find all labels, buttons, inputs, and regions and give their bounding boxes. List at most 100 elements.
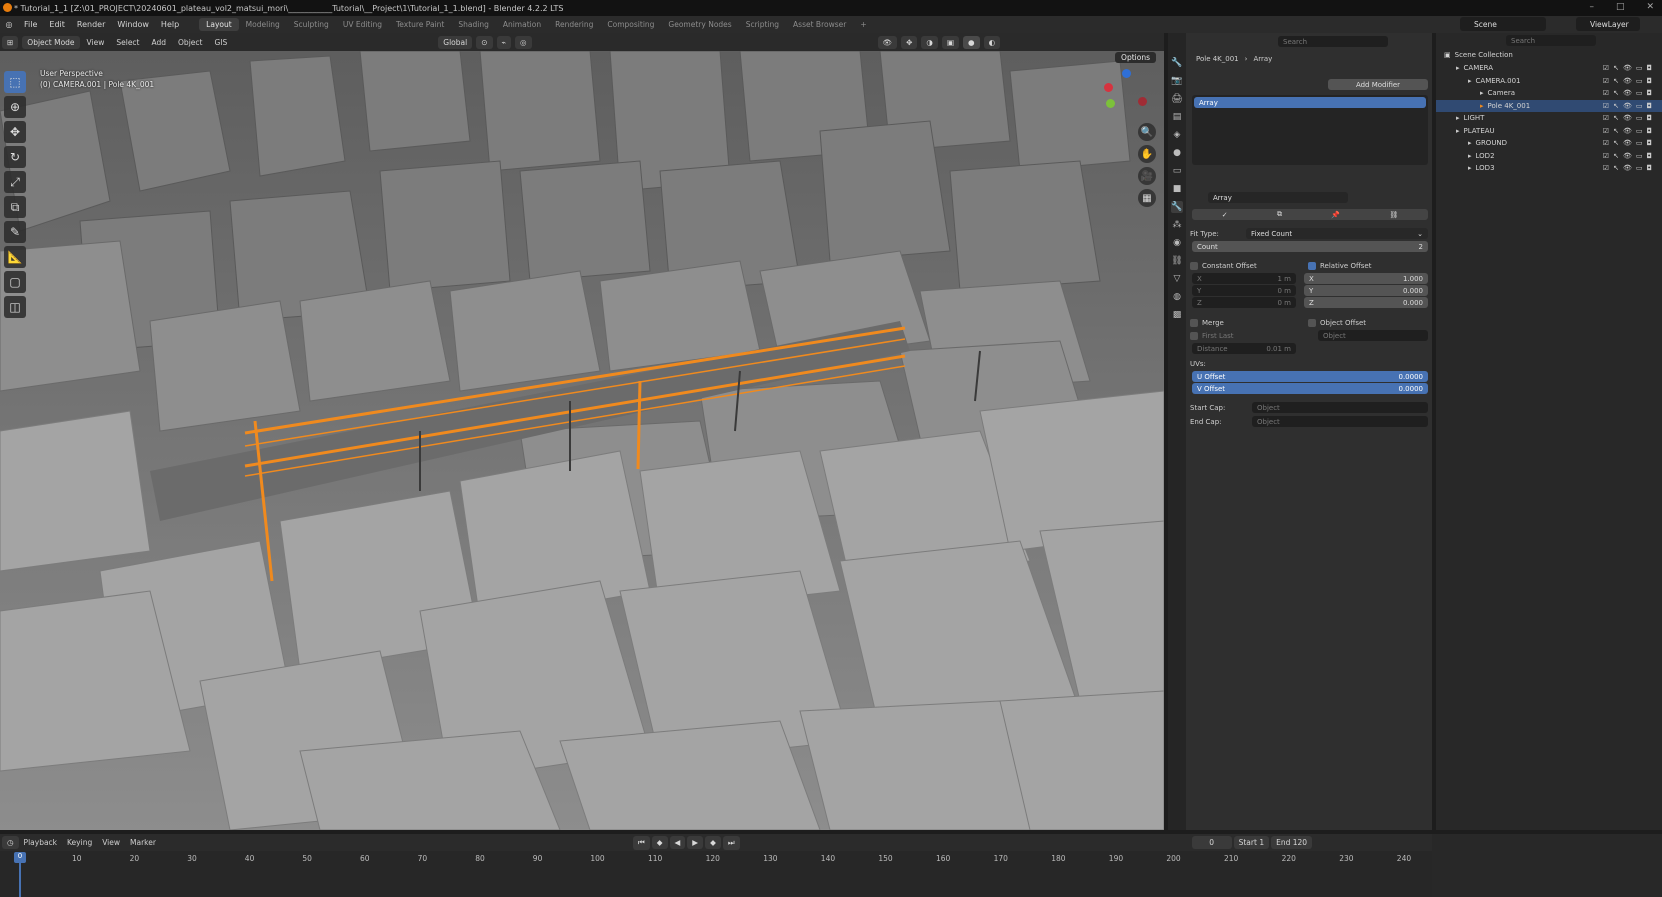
- object-tab-icon[interactable]: ■: [1171, 183, 1183, 195]
- shading-solid-icon[interactable]: ●: [963, 35, 980, 49]
- tab-rendering[interactable]: Rendering: [548, 18, 600, 31]
- scene-selector[interactable]: Scene: [1460, 17, 1546, 31]
- pivot-icon[interactable]: ⊙: [476, 35, 493, 49]
- menu-add[interactable]: Add: [147, 38, 172, 47]
- outliner-row[interactable]: ▸ LOD3 ☑ ↖ 👁 ▭ ◘: [1436, 162, 1662, 174]
- pin-icon[interactable]: 📌: [1331, 211, 1340, 219]
- playhead[interactable]: 0: [14, 852, 26, 863]
- eye-icon[interactable]: 👁: [1623, 152, 1632, 160]
- checkbox-icon[interactable]: ☑: [1603, 102, 1609, 110]
- menu-timeline-view[interactable]: View: [97, 838, 125, 847]
- tab-sculpting[interactable]: Sculpting: [287, 18, 336, 31]
- constraints-tab-icon[interactable]: ⛓: [1171, 255, 1183, 267]
- pan-hand-icon[interactable]: ✋: [1138, 145, 1156, 163]
- checkbox-icon[interactable]: ☑: [1603, 164, 1609, 172]
- outliner-row[interactable]: ▸ CAMERA ☑ ↖ 👁 ▭ ◘: [1436, 62, 1662, 74]
- merge-checkbox[interactable]: Merge: [1190, 317, 1224, 329]
- select-arrow-icon[interactable]: ↖: [1613, 164, 1619, 172]
- scene-tab-icon[interactable]: ◈: [1171, 129, 1183, 141]
- menu-render[interactable]: Render: [71, 20, 111, 29]
- axis-y-icon[interactable]: [1106, 99, 1115, 108]
- checkbox-icon[interactable]: ☑: [1603, 127, 1609, 135]
- outliner-row[interactable]: ▸ GROUND ☑ ↖ 👁 ▭ ◘: [1436, 137, 1662, 149]
- select-arrow-icon[interactable]: ↖: [1613, 139, 1619, 147]
- checkbox-icon[interactable]: ☑: [1603, 114, 1609, 122]
- outliner-row[interactable]: ▸ LOD2 ☑ ↖ 👁 ▭ ◘: [1436, 150, 1662, 162]
- scale-icon[interactable]: ⤢: [4, 171, 26, 193]
- camera-icon[interactable]: ◘: [1646, 152, 1652, 160]
- menu-keying[interactable]: Keying: [62, 838, 97, 847]
- constant-offset-checkbox[interactable]: Constant Offset: [1190, 260, 1257, 272]
- menu-gis[interactable]: GIS: [209, 38, 232, 47]
- timeline-editor-icon[interactable]: ◷: [2, 836, 19, 849]
- menu-edit[interactable]: Edit: [43, 20, 71, 29]
- xray-icon[interactable]: ▣: [941, 35, 960, 49]
- duplicate-icon[interactable]: ⧉: [1277, 210, 1282, 219]
- output-tab-icon[interactable]: 🖨: [1171, 93, 1183, 105]
- zoom-icon[interactable]: 🔍: [1138, 123, 1156, 141]
- next-keyframe-icon[interactable]: ◆: [705, 836, 721, 849]
- minimize-button[interactable]: –: [1589, 2, 1594, 12]
- texture-tab-icon[interactable]: ▩: [1171, 309, 1183, 321]
- annotate-icon[interactable]: ✎: [4, 221, 26, 243]
- menu-window[interactable]: Window: [111, 20, 155, 29]
- end-frame-field[interactable]: End 120: [1271, 836, 1313, 849]
- start-cap-field[interactable]: Object: [1252, 402, 1428, 413]
- checkbox-icon[interactable]: ☑: [1603, 139, 1609, 147]
- outliner-row[interactable]: ▸ LIGHT ☑ ↖ 👁 ▭ ◘: [1436, 112, 1662, 124]
- menu-select[interactable]: Select: [111, 38, 144, 47]
- editor-type-button[interactable]: ⊞: [2, 35, 19, 49]
- view-layer-tab-icon[interactable]: ▤: [1171, 111, 1183, 123]
- tab-animation[interactable]: Animation: [496, 18, 548, 31]
- outliner-row[interactable]: ▸ CAMERA.001 ☑ ↖ 👁 ▭ ◘: [1436, 75, 1662, 87]
- render-tab-icon[interactable]: 📷: [1171, 75, 1183, 87]
- camera-icon[interactable]: ◘: [1646, 77, 1652, 85]
- mode-dropdown[interactable]: Object Mode: [22, 35, 80, 49]
- axis-z-icon[interactable]: [1122, 69, 1131, 78]
- view-layer-selector[interactable]: ViewLayer: [1576, 17, 1640, 31]
- shading-material-icon[interactable]: ◐: [983, 35, 1001, 49]
- constant-z-field[interactable]: Z 0 m: [1192, 297, 1296, 308]
- eye-icon[interactable]: 👁: [1623, 114, 1632, 122]
- select-arrow-icon[interactable]: ↖: [1613, 152, 1619, 160]
- tab-scripting[interactable]: Scripting: [739, 18, 786, 31]
- distance-field[interactable]: Distance 0.01 m: [1192, 343, 1296, 354]
- world-tab-icon[interactable]: ●: [1171, 147, 1183, 159]
- material-tab-icon[interactable]: ◍: [1171, 291, 1183, 303]
- menu-help[interactable]: Help: [155, 20, 185, 29]
- link-icon[interactable]: ⛓: [1389, 211, 1398, 219]
- camera-icon[interactable]: ◘: [1646, 89, 1652, 97]
- add-workspace-button[interactable]: +: [853, 18, 873, 31]
- relative-offset-checkbox[interactable]: Relative Offset: [1308, 260, 1372, 272]
- select-arrow-icon[interactable]: ↖: [1613, 89, 1619, 97]
- gizmo-icon[interactable]: ✥: [901, 35, 918, 49]
- checkbox-icon[interactable]: ☑: [1603, 64, 1609, 72]
- constant-y-field[interactable]: Y 0 m: [1192, 285, 1296, 296]
- relative-x-field[interactable]: X 1.000: [1304, 273, 1428, 284]
- jump-start-icon[interactable]: ⏮: [632, 835, 650, 850]
- camera-icon[interactable]: ◘: [1646, 64, 1652, 72]
- tab-shading[interactable]: Shading: [451, 18, 495, 31]
- physics-tab-icon[interactable]: ◉: [1171, 237, 1183, 249]
- outliner-search-input[interactable]: Search: [1506, 35, 1596, 46]
- 3d-viewport[interactable]: User Perspective (0) CAMERA.001 | Pole 4…: [0, 51, 1164, 830]
- eye-icon[interactable]: 👁: [1623, 102, 1632, 110]
- add-cube-icon[interactable]: ▢: [4, 271, 26, 293]
- monitor-icon[interactable]: ▭: [1636, 164, 1643, 172]
- tab-asset-browser[interactable]: Asset Browser: [786, 18, 853, 31]
- monitor-icon[interactable]: ▭: [1636, 114, 1643, 122]
- select-arrow-icon[interactable]: ↖: [1613, 77, 1619, 85]
- menu-playback[interactable]: Playback: [19, 838, 62, 847]
- menu-marker[interactable]: Marker: [125, 838, 161, 847]
- options-button[interactable]: Options: [1115, 52, 1156, 63]
- start-frame-field[interactable]: Start 1: [1233, 836, 1270, 849]
- navigation-gizmo[interactable]: [1104, 69, 1150, 115]
- camera-view-icon[interactable]: 🎥: [1138, 167, 1156, 185]
- tab-layout[interactable]: Layout: [199, 18, 239, 31]
- eye-icon[interactable]: 👁: [1623, 127, 1632, 135]
- monitor-icon[interactable]: ▭: [1636, 102, 1643, 110]
- transform-orientation-dropdown[interactable]: Global: [438, 35, 473, 49]
- select-arrow-icon[interactable]: ↖: [1613, 127, 1619, 135]
- camera-icon[interactable]: ◘: [1646, 164, 1652, 172]
- eye-icon[interactable]: 👁: [1623, 64, 1632, 72]
